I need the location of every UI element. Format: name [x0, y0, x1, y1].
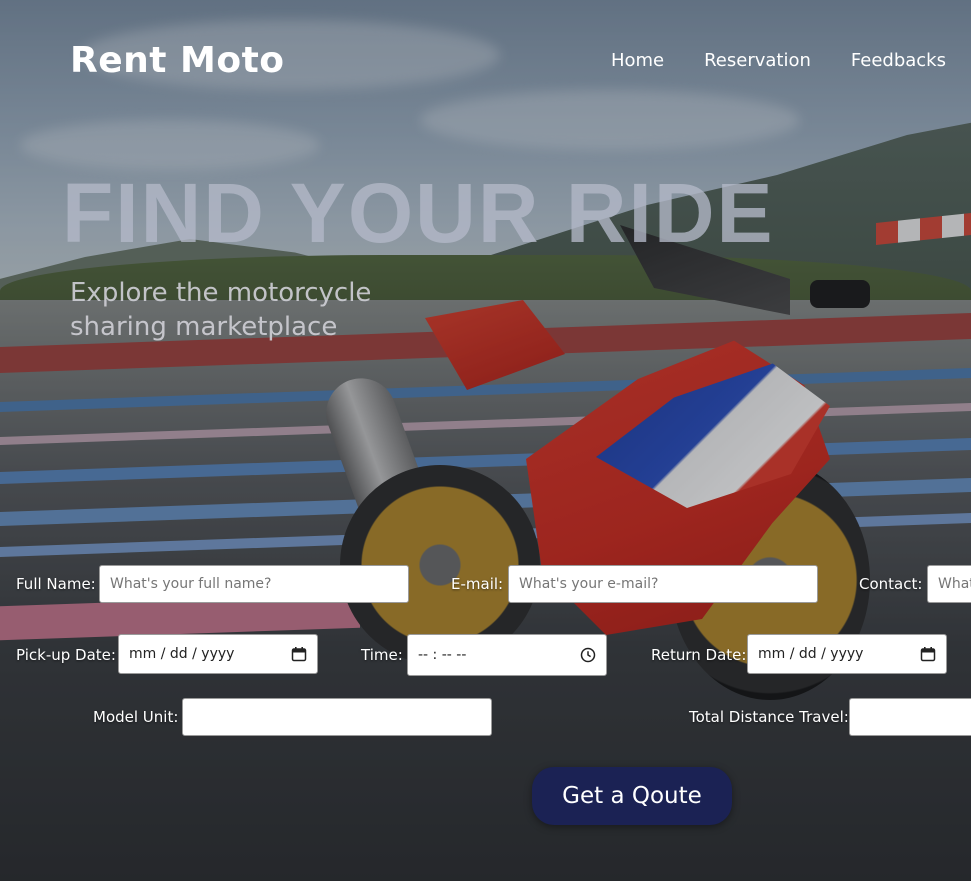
nav-home[interactable]: Home — [611, 50, 664, 71]
hero-subtitle: Explore the motorcycle sharing marketpla… — [70, 278, 372, 342]
calendar-icon[interactable] — [291, 646, 307, 662]
hero-title: FIND YOUR RIDE — [62, 166, 775, 260]
contact-label: Contact: — [859, 575, 923, 593]
email-placeholder: What's your e-mail? — [519, 576, 659, 592]
model-unit-input[interactable] — [182, 698, 492, 736]
get-quote-button[interactable]: Get a Qoute — [532, 767, 732, 825]
return-date-value: mm / dd / yyyy — [758, 646, 864, 662]
hero-background-image — [0, 0, 971, 881]
time-label: Time: — [361, 646, 403, 664]
nav-feedbacks[interactable]: Feedbacks — [851, 50, 946, 71]
email-input[interactable]: What's your e-mail? — [508, 565, 818, 603]
image-overlay — [0, 0, 971, 881]
full-name-placeholder: What's your full name? — [110, 576, 272, 592]
total-distance-label: Total Distance Travel: — [689, 708, 849, 726]
nav-reservation[interactable]: Reservation — [704, 50, 811, 71]
email-label: E-mail: — [451, 575, 504, 593]
pickup-date-input[interactable]: mm / dd / yyyy — [118, 634, 318, 674]
contact-input[interactable]: What — [927, 565, 971, 603]
model-unit-label: Model Unit: — [93, 708, 179, 726]
time-input[interactable]: -- : -- -- — [407, 634, 607, 676]
time-value: -- : -- -- — [418, 647, 467, 663]
full-name-input[interactable]: What's your full name? — [99, 565, 409, 603]
contact-placeholder: What — [938, 576, 971, 592]
main-nav: Home Reservation Feedbacks — [611, 50, 946, 71]
total-distance-input[interactable] — [849, 698, 971, 736]
pickup-date-value: mm / dd / yyyy — [129, 646, 235, 662]
calendar-icon[interactable] — [920, 646, 936, 662]
full-name-label: Full Name: — [16, 575, 96, 593]
return-date-label: Return Date: — [651, 646, 747, 664]
return-date-input[interactable]: mm / dd / yyyy — [747, 634, 947, 674]
clock-icon[interactable] — [580, 647, 596, 663]
pickup-date-label: Pick-up Date: — [16, 646, 116, 664]
brand-logo[interactable]: Rent Moto — [70, 40, 285, 81]
